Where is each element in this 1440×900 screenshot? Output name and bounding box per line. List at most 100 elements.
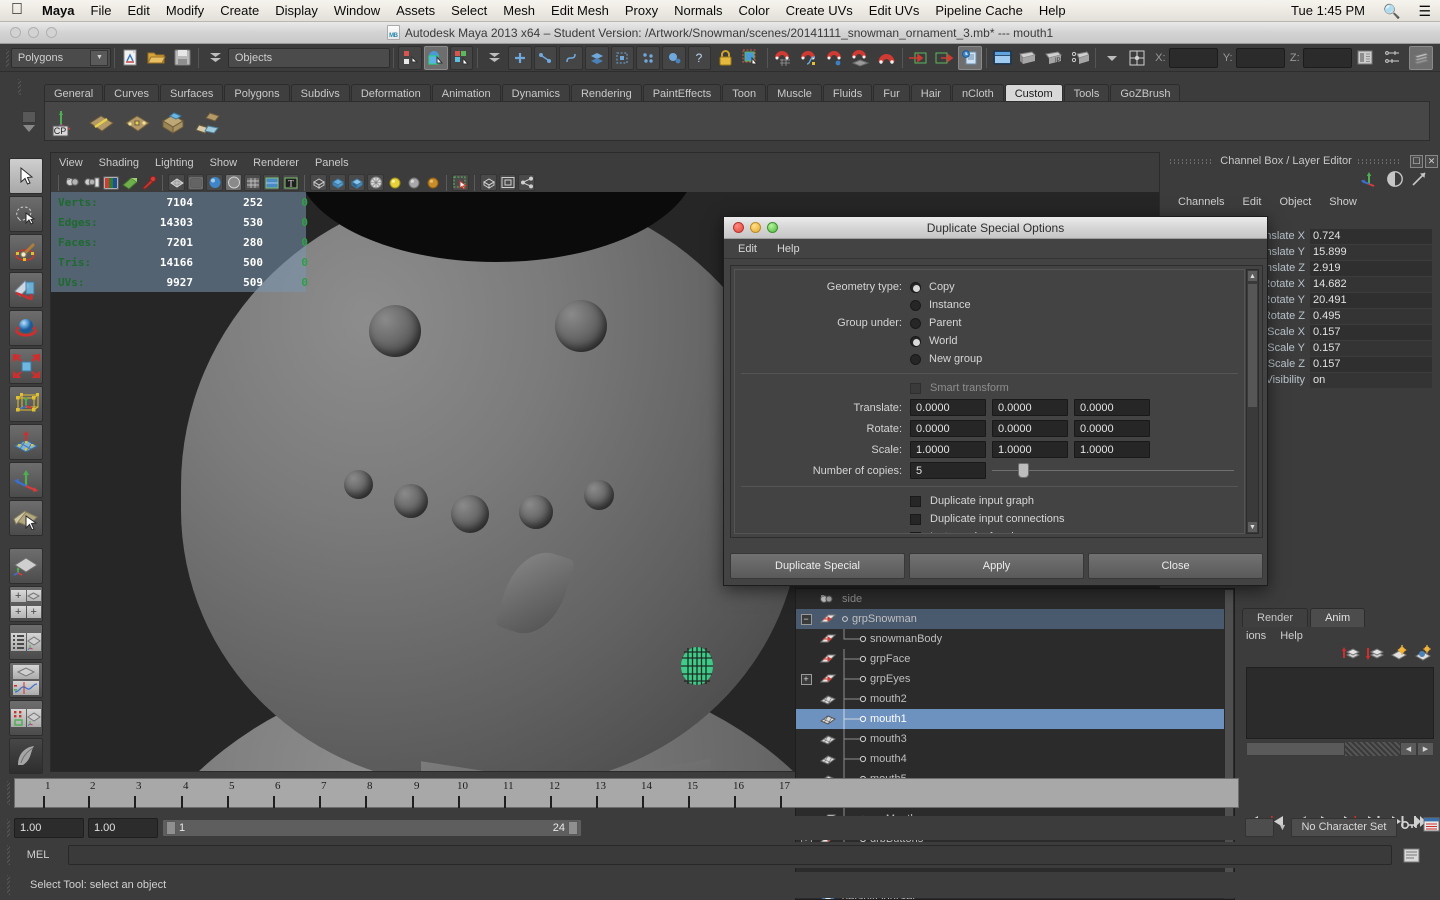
smooth-shade-icon[interactable] xyxy=(187,174,204,191)
two-d-pan-zoom-icon[interactable] xyxy=(121,174,138,191)
isolate-select-icon[interactable] xyxy=(452,174,469,191)
quick-select-field[interactable]: Objects xyxy=(227,47,391,68)
snap-to-plane-icon[interactable] xyxy=(848,46,872,70)
uv-mask-icon[interactable] xyxy=(559,45,583,70)
tab-render[interactable]: Render xyxy=(1242,608,1309,627)
close-button[interactable]: Close xyxy=(1088,553,1263,579)
time-slider-grip[interactable] xyxy=(5,778,12,808)
new-scene-icon[interactable] xyxy=(119,46,143,70)
shelf-tab-fluids[interactable]: Fluids xyxy=(822,84,873,102)
os-menu-item-color[interactable]: Color xyxy=(731,0,778,22)
next-icon[interactable]: ▶ xyxy=(1417,742,1434,756)
channel-value[interactable]: 0.724 xyxy=(1310,228,1432,244)
outliner-row-side[interactable]: side xyxy=(796,589,1234,609)
shelf-tab-fur[interactable]: Fur xyxy=(873,84,910,102)
outliner-row-mouth1[interactable]: mouth1 xyxy=(796,709,1234,729)
number-of-copies-slider[interactable] xyxy=(992,463,1234,478)
radio-copy[interactable] xyxy=(910,281,921,293)
snap-highlight-icon[interactable] xyxy=(739,46,763,70)
os-menu-item-edit[interactable]: Edit xyxy=(119,0,157,22)
channel-value[interactable]: 20.491 xyxy=(1310,292,1432,308)
os-menu-item-window[interactable]: Window xyxy=(326,0,388,22)
outliner-persp-layout[interactable] xyxy=(9,624,43,660)
scale-tool[interactable] xyxy=(9,348,43,384)
snowman-eye-right[interactable] xyxy=(555,300,607,352)
panel-drag-dots[interactable] xyxy=(1170,158,1215,164)
point-mask-icon[interactable] xyxy=(636,45,660,70)
use-default-light-icon[interactable] xyxy=(310,174,327,191)
shelf-tab-deformation[interactable]: Deformation xyxy=(350,84,431,102)
render-settings-icon[interactable] xyxy=(1067,46,1091,70)
edge-mask-icon[interactable] xyxy=(533,45,558,70)
shelf-tab-hair[interactable]: Hair xyxy=(910,84,951,102)
snap-to-grid-icon[interactable] xyxy=(771,46,795,70)
viewport-menu-view[interactable]: View xyxy=(59,157,83,169)
close-panel-button[interactable]: ✕ xyxy=(1425,154,1438,168)
x-coordinate-input[interactable] xyxy=(1168,47,1218,68)
construction-history-icon[interactable] xyxy=(957,45,982,70)
snowman-bowtie-mesh[interactable] xyxy=(421,752,711,771)
snowman-mouth-dot-5[interactable] xyxy=(584,480,614,510)
pivot-menu-icon[interactable] xyxy=(1100,46,1124,70)
lasso-select-tool[interactable] xyxy=(9,196,43,232)
flat-shade-icon[interactable] xyxy=(225,174,242,191)
layer-menu-help[interactable]: Help xyxy=(1280,630,1303,642)
shelf-tab-rendering[interactable]: Rendering xyxy=(570,84,642,102)
radio-instance[interactable] xyxy=(910,299,921,311)
dialog-menu-edit[interactable]: Edit xyxy=(738,243,757,255)
os-menu-item-maya[interactable]: Maya xyxy=(34,0,83,22)
os-menu-item-help[interactable]: Help xyxy=(1031,0,1074,22)
dialog-menu-help[interactable]: Help xyxy=(777,243,800,255)
save-scene-icon[interactable] xyxy=(171,46,195,70)
channel-value[interactable]: 2.919 xyxy=(1310,260,1432,276)
viewport-menu-show[interactable]: Show xyxy=(210,157,238,169)
open-scene-icon[interactable] xyxy=(145,46,169,70)
plus-icon[interactable]: + xyxy=(800,673,812,685)
ambient-occlusion-icon[interactable] xyxy=(367,174,384,191)
select-by-component-icon[interactable] xyxy=(449,45,474,70)
geometry-type-instance-row[interactable]: Instance xyxy=(735,296,1244,314)
group-under-newgroup-row[interactable]: New group xyxy=(735,350,1244,368)
soft-modification-tool[interactable] xyxy=(9,424,43,460)
move-layer-up-icon[interactable] xyxy=(1341,645,1361,666)
hull-mask-icon[interactable] xyxy=(610,45,635,70)
render-current-frame-icon[interactable] xyxy=(990,46,1014,70)
snap-to-magnet-icon[interactable] xyxy=(874,46,898,70)
os-menu-item-pipeline-cache[interactable]: Pipeline Cache xyxy=(927,0,1030,22)
os-menu-item-display[interactable]: Display xyxy=(267,0,326,22)
channel-box-menu-channels[interactable]: Channels xyxy=(1178,196,1224,208)
os-menu-item-assets[interactable]: Assets xyxy=(388,0,443,22)
outliner-row-snowmanbody[interactable]: snowmanBody xyxy=(796,629,1234,649)
script-editor-icon[interactable] xyxy=(1398,848,1424,863)
layer-menu-options[interactable]: ions xyxy=(1246,630,1266,642)
channel-value[interactable]: 0.157 xyxy=(1310,340,1432,356)
shelf-tab-dynamics[interactable]: Dynamics xyxy=(501,84,570,102)
os-menu-item-proxy[interactable]: Proxy xyxy=(617,0,666,22)
y-coordinate-input[interactable] xyxy=(1235,47,1285,68)
shelf-tab-tools[interactable]: Tools xyxy=(1063,84,1110,102)
group-under-parent-row[interactable]: Group under: Parent xyxy=(735,314,1244,332)
geometry-type-copy-row[interactable]: Geometry type: Copy xyxy=(735,278,1244,296)
rotate-z-input[interactable]: 0.0000 xyxy=(1074,420,1150,437)
shelf-tab-ncloth[interactable]: nCloth xyxy=(951,84,1004,102)
layer-editor-toggle-icon[interactable] xyxy=(1410,170,1428,193)
os-menu-item-edit-uvs[interactable]: Edit UVs xyxy=(861,0,928,22)
os-menu-item-normals[interactable]: Normals xyxy=(666,0,730,22)
shelf-tab-animation[interactable]: Animation xyxy=(431,84,501,102)
help-line-grip[interactable] xyxy=(5,872,12,898)
animation-preferences-icon[interactable] xyxy=(1423,817,1440,837)
lock-icon[interactable] xyxy=(713,46,737,70)
shelf-tab-general[interactable]: General xyxy=(44,84,104,102)
shaded-icon[interactable] xyxy=(206,174,223,191)
hypershade-persp-layout[interactable] xyxy=(9,700,43,736)
layer-scrollbar[interactable] xyxy=(1246,742,1345,756)
duplicate-input-connections-row[interactable]: Duplicate input connections xyxy=(735,510,1244,528)
wireframe-icon[interactable] xyxy=(168,174,185,191)
channel-value[interactable]: on xyxy=(1310,372,1432,388)
use-all-lights-icon[interactable] xyxy=(329,174,346,191)
pivot-mode-icon[interactable] xyxy=(1126,46,1150,70)
panel-drag-dots[interactable] xyxy=(1357,158,1402,164)
instance-leaf-nodes-row[interactable]: Instance leaf nodes xyxy=(735,528,1244,533)
attribute-editor-toggle-icon[interactable] xyxy=(1386,170,1404,193)
channel-value[interactable]: 0.495 xyxy=(1310,308,1432,324)
